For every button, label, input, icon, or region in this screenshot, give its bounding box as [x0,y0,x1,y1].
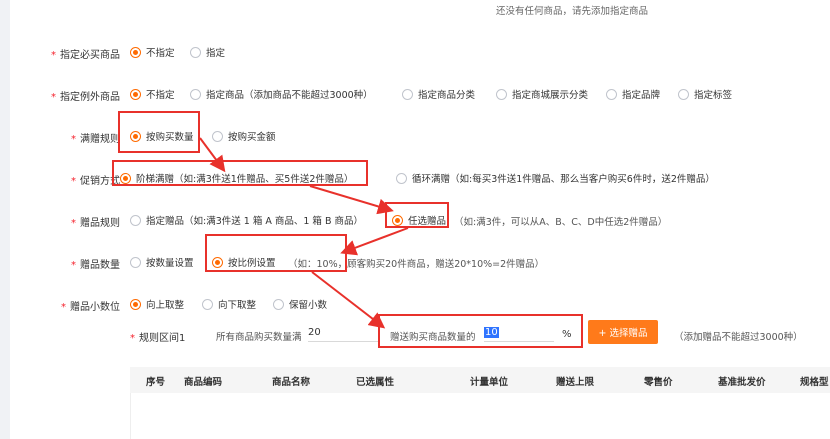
form-panel: 还没有任何商品，请先添加指定商品 * 指定必买商品 不指定 指定 * 指定例外商品 … [10,0,830,439]
arrow-qty-to-range [311,271,386,329]
arrow-rule-to-promo [199,137,226,173]
annotation-arrows [199,137,409,329]
arrow-gift-to-qty [340,227,409,256]
arrow-promo-to-gift [309,185,394,215]
